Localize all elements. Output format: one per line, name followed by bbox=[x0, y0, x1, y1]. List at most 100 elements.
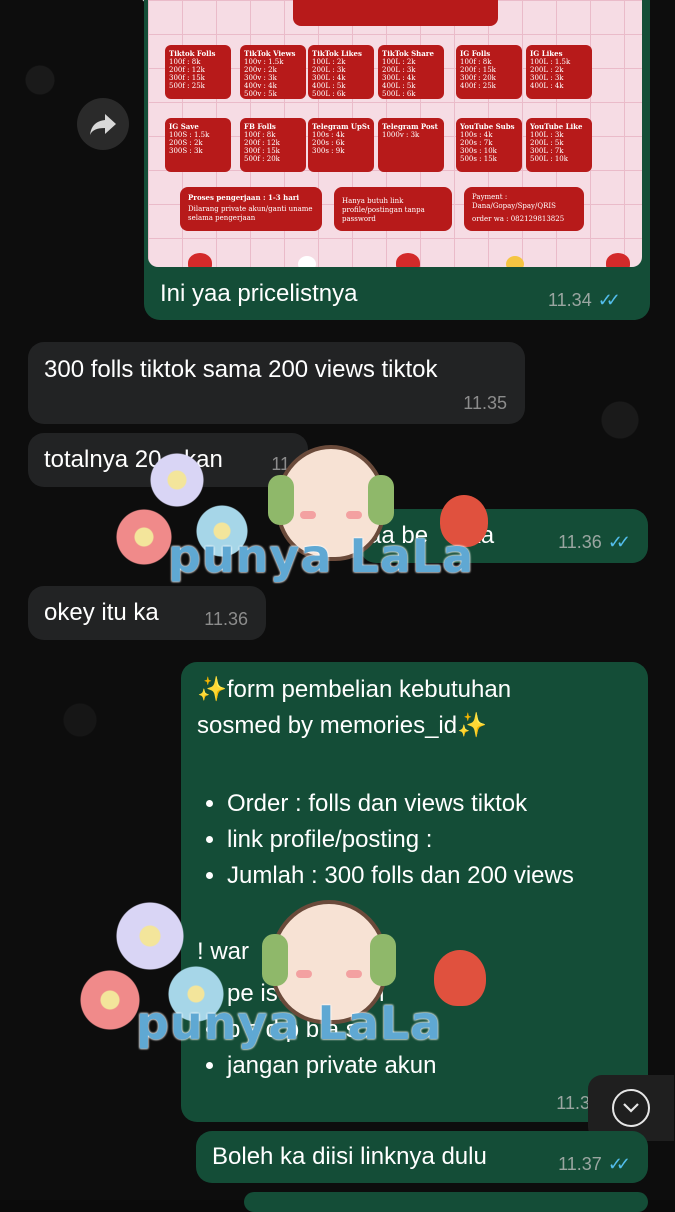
price-tile-title: IG Folls bbox=[460, 49, 491, 58]
price-tile-line: 100L : 2k bbox=[312, 58, 346, 66]
price-tile-title: Telegram UpSub bbox=[312, 122, 370, 131]
message-meta: 11 bbox=[271, 454, 290, 475]
price-tile-title: TikTok Share bbox=[382, 49, 434, 58]
incoming-message[interactable]: 300 folls tiktok sama 200 views tiktok 1… bbox=[28, 342, 525, 424]
pricelist-top-banner bbox=[293, 0, 498, 26]
price-tile-line: 100f : 8k bbox=[244, 131, 276, 139]
pricelist-process-box: Proses pengerjaan : 1-3 hari Dilarang pr… bbox=[180, 187, 322, 231]
flower-icon bbox=[298, 256, 316, 267]
price-tile-line: 300s : 9k bbox=[312, 147, 345, 155]
price-tile: Telegram Post View1000v : 3k bbox=[378, 118, 444, 172]
price-tile-line: 200L : 2k bbox=[530, 66, 564, 74]
price-tile-line: 100S : 1.5k bbox=[169, 131, 210, 139]
outgoing-message[interactable]: Boleh ka diisi linknya dulu 11.37 ✓✓ bbox=[196, 1131, 648, 1183]
price-tile-line: 200f : 15k bbox=[460, 66, 496, 74]
price-tile-line: 500L : 6k bbox=[382, 90, 416, 98]
message-text: Boleh ka diisi linknya dulu bbox=[212, 1143, 487, 1170]
price-tile-line: 300L : 4k bbox=[312, 74, 346, 82]
payment-text: Payment : Dana/Gopay/Spay/QRIS bbox=[472, 193, 556, 210]
price-tile-title: YouTube Subs bbox=[460, 122, 515, 131]
price-tile-line: 300s : 10k bbox=[460, 147, 497, 155]
price-tile-line: 200L : 3k bbox=[382, 66, 416, 74]
price-tile-line: 500s : 15k bbox=[460, 155, 497, 163]
price-tile-line: 100s : 4k bbox=[460, 131, 493, 139]
price-tile-line: 200f : 12k bbox=[244, 139, 280, 147]
timestamp: 11 bbox=[271, 454, 290, 474]
timestamp: 11.34 bbox=[548, 290, 592, 310]
message-text-end: kan bbox=[184, 446, 223, 473]
price-tile-line: 200L : 5k bbox=[530, 139, 564, 147]
price-tile-line: 400L : 4k bbox=[530, 82, 564, 90]
price-tile-line: 100f : 8k bbox=[169, 58, 201, 66]
price-tile-line: 500L : 10k bbox=[530, 155, 568, 163]
strawberry-icon bbox=[396, 253, 420, 267]
price-tile-line: 200L : 3k bbox=[312, 66, 346, 74]
price-tile-line: 200v : 2k bbox=[244, 66, 277, 74]
message-text: aa be l ka bbox=[368, 518, 494, 554]
price-tile-line: 400L : 5k bbox=[312, 82, 346, 90]
incoming-message[interactable]: okey itu ka 11.36 bbox=[28, 586, 266, 640]
price-tile-line: 300L : 7k bbox=[530, 147, 564, 155]
form-title-line-1: ✨form pembelian kebutuhan bbox=[197, 676, 512, 703]
message-text-start: totalnya 20 bbox=[44, 446, 162, 473]
warning-heading: ! war bbox=[197, 938, 250, 965]
price-tile-line: 100f : 8k bbox=[460, 58, 492, 66]
message-text: totalnya 20 kan bbox=[44, 442, 223, 478]
lemon-icon bbox=[506, 256, 524, 267]
forward-arrow-icon bbox=[90, 114, 116, 135]
read-ticks-icon: ✓✓ bbox=[597, 290, 621, 310]
read-ticks-icon: ✓✓ bbox=[607, 1154, 631, 1174]
price-tile-line: 200s : 6k bbox=[312, 139, 345, 147]
price-tile-title: Telegram Post View bbox=[382, 122, 440, 131]
order-contact-text: order wa : 082129813825 bbox=[472, 215, 565, 223]
price-tile-line: 300v : 3k bbox=[244, 74, 277, 82]
price-tile-line: 500f : 20k bbox=[244, 155, 280, 163]
timestamp: 11.37 bbox=[558, 1154, 602, 1174]
pricelist-payment-box: Payment : Dana/Gopay/Spay/QRIS order wa … bbox=[464, 187, 584, 231]
image-message-meta: 11.34 ✓✓ bbox=[548, 290, 621, 311]
incoming-message[interactable]: totalnya 20 kan 11 bbox=[28, 433, 308, 487]
price-tile: TikTok Share 100L : 2k 200L : 3k 300L : 4k 4… bbox=[378, 45, 444, 99]
message-text-start: aa be bbox=[368, 522, 429, 549]
pricelist-image[interactable]: Tiktok Folls 100f : 8k 200f : 12k 300f : 15… bbox=[148, 0, 642, 267]
chevron-down-icon bbox=[612, 1089, 650, 1127]
price-tile-title: Tiktok Folls bbox=[169, 49, 216, 58]
private-warning-text: Dilarang private akun/ganti uname selama… bbox=[188, 205, 313, 222]
form-field-order: Order : folls dan views tiktok bbox=[227, 786, 574, 822]
price-tile-title: IG Save bbox=[169, 122, 199, 131]
process-text: Proses pengerjaan : 1-3 hari bbox=[188, 193, 300, 202]
price-tile: TikTok Likes 100L : 2k 200L : 3k 300L : 4k 4… bbox=[308, 45, 374, 99]
forward-button[interactable] bbox=[77, 98, 129, 150]
form-title-line-2: sosmed by memories_id✨ bbox=[197, 712, 487, 739]
price-tile-line: 100L : 3k bbox=[530, 131, 564, 139]
warning-item: b s d p b a s bbox=[227, 1012, 436, 1048]
order-form-message[interactable]: ✨form pembelian kebutuhan sosmed by memo… bbox=[181, 662, 648, 1122]
price-tile-line: 100s : 4k bbox=[312, 131, 345, 139]
warning-item: jangan private akun bbox=[227, 1048, 436, 1084]
message-meta: 11.37 ✓✓ bbox=[558, 1154, 631, 1175]
link-note-text: Hanya butuh link profile/postingan tanpa… bbox=[342, 197, 425, 223]
price-tile-line: 100L : 2k bbox=[382, 58, 416, 66]
price-tile-line: 500v : 5k bbox=[244, 90, 277, 98]
outgoing-message[interactable]: aa be l ka 11.36 ✓✓ bbox=[360, 509, 648, 563]
price-tile-line: 100L : 1.5k bbox=[530, 58, 571, 66]
message-meta: 11.36 bbox=[204, 609, 248, 630]
price-tile: IG Folls 100f : 8k 200f : 15k 300f : 20k 400… bbox=[456, 45, 522, 99]
price-tile-line: 500f : 25k bbox=[169, 82, 205, 90]
next-message-cutoff[interactable] bbox=[244, 1192, 648, 1212]
price-tile: YouTube Like 100L : 3k 200L : 5k 300L : 7k 5… bbox=[526, 118, 592, 172]
timestamp: 11.35 bbox=[463, 393, 507, 413]
price-tile-line: 200f : 12k bbox=[169, 66, 205, 74]
price-tile: FB Folls 100f : 8k 200f : 12k 300f : 15k 500… bbox=[240, 118, 306, 172]
price-tile-line: 400f : 25k bbox=[460, 82, 496, 90]
price-tile: IG Save 100S : 1.5k 200S : 2k 300S : 3k bbox=[165, 118, 231, 172]
price-tile-line: 1000v : 3k bbox=[382, 131, 420, 139]
timestamp: 11.36 bbox=[204, 609, 248, 629]
message-meta: 11.3 bbox=[556, 1093, 590, 1114]
message-text: okey itu ka bbox=[44, 599, 159, 626]
price-tile-line: 200S : 2k bbox=[169, 139, 203, 147]
price-tile-title: YouTube Like bbox=[530, 122, 583, 131]
price-tile-line: 300L : 3k bbox=[530, 74, 564, 82]
strawberry-icon bbox=[606, 253, 630, 267]
timestamp: 11.36 bbox=[558, 532, 602, 552]
